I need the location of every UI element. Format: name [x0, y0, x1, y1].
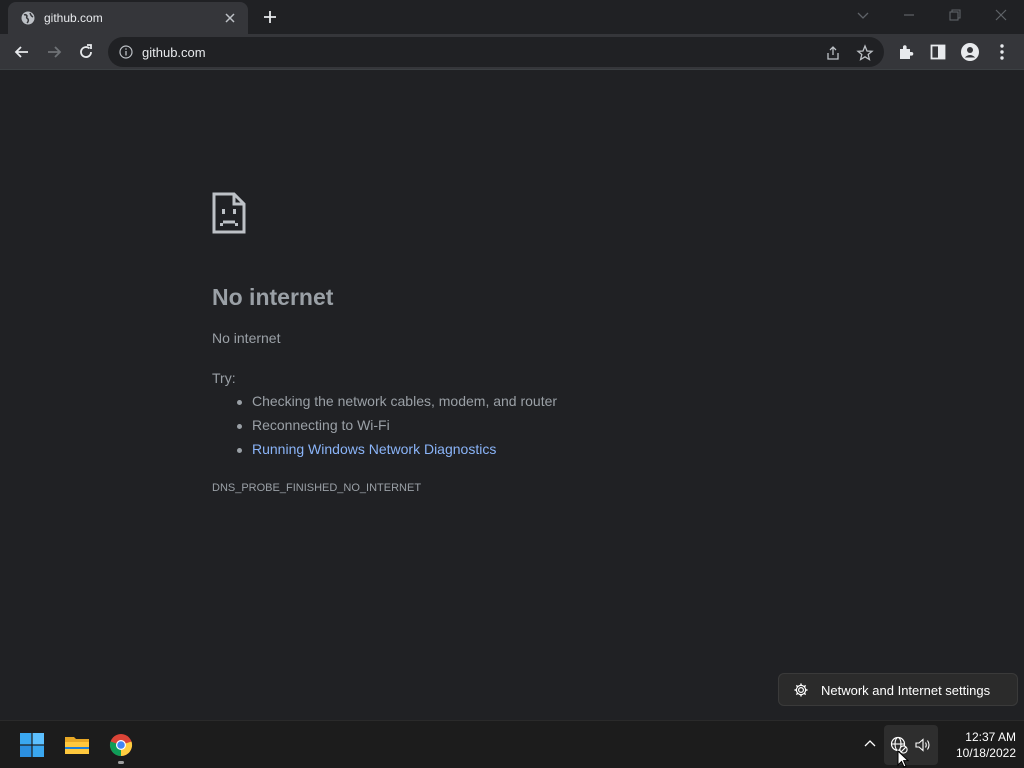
profile-avatar-icon[interactable] — [960, 42, 980, 62]
new-tab-button[interactable] — [260, 7, 280, 27]
back-arrow-icon[interactable] — [12, 42, 32, 62]
suggestion-check-cables: Checking the network cables, modem, and … — [236, 393, 557, 417]
extensions-icon[interactable] — [896, 42, 916, 62]
url-text[interactable]: github.com — [142, 45, 206, 60]
network-volume-tray[interactable] — [884, 725, 938, 765]
close-tab-icon[interactable] — [222, 10, 238, 26]
error-heading: No internet — [212, 284, 334, 310]
side-panel-icon[interactable] — [928, 42, 948, 62]
bookmark-star-icon[interactable] — [856, 44, 874, 62]
error-code: DNS_PROBE_FINISHED_NO_INTERNET — [212, 482, 422, 494]
restore-icon[interactable] — [946, 6, 964, 24]
close-window-icon[interactable] — [992, 6, 1010, 24]
mouse-cursor-icon — [897, 750, 909, 768]
gear-icon — [793, 682, 809, 698]
reload-icon[interactable] — [76, 42, 96, 62]
browser-toolbar: github.com — [0, 34, 1024, 70]
clock-date: 10/18/2022 — [955, 746, 1016, 760]
network-diagnostics-link[interactable]: Running Windows Network Diagnostics — [236, 441, 557, 465]
error-subtitle: No internet — [212, 330, 281, 346]
tab-title: github.com — [44, 11, 103, 25]
minimize-icon[interactable] — [900, 6, 918, 24]
globe-icon — [20, 10, 36, 26]
volume-icon — [914, 736, 932, 754]
network-settings-flyout[interactable]: Network and Internet settings — [778, 673, 1018, 706]
running-app-indicator — [118, 761, 124, 764]
chevron-up-icon[interactable] — [862, 736, 878, 752]
chrome-icon[interactable] — [109, 733, 133, 757]
site-info-icon[interactable] — [119, 45, 133, 59]
clock-time: 12:37 AM — [965, 730, 1016, 744]
taskbar: 12:37 AM 10/18/2022 — [0, 720, 1024, 768]
share-icon[interactable] — [824, 44, 842, 62]
taskbar-clock[interactable]: 12:37 AM 10/18/2022 — [940, 729, 1016, 761]
sad-document-icon — [212, 192, 246, 234]
file-explorer-icon[interactable] — [64, 733, 90, 757]
address-bar[interactable]: github.com — [108, 37, 884, 67]
windows-start-icon[interactable] — [20, 733, 44, 757]
kebab-menu-icon[interactable] — [994, 42, 1010, 62]
forward-arrow-icon[interactable] — [44, 42, 64, 62]
tab-strip: github.com — [0, 0, 1024, 34]
suggestion-list: Checking the network cables, modem, and … — [236, 393, 557, 465]
tab-search-icon[interactable] — [854, 6, 872, 24]
try-label: Try: — [212, 370, 236, 386]
tab-github[interactable]: github.com — [8, 2, 248, 34]
suggestion-reconnect-wifi: Reconnecting to Wi-Fi — [236, 417, 557, 441]
network-settings-label: Network and Internet settings — [821, 683, 991, 698]
